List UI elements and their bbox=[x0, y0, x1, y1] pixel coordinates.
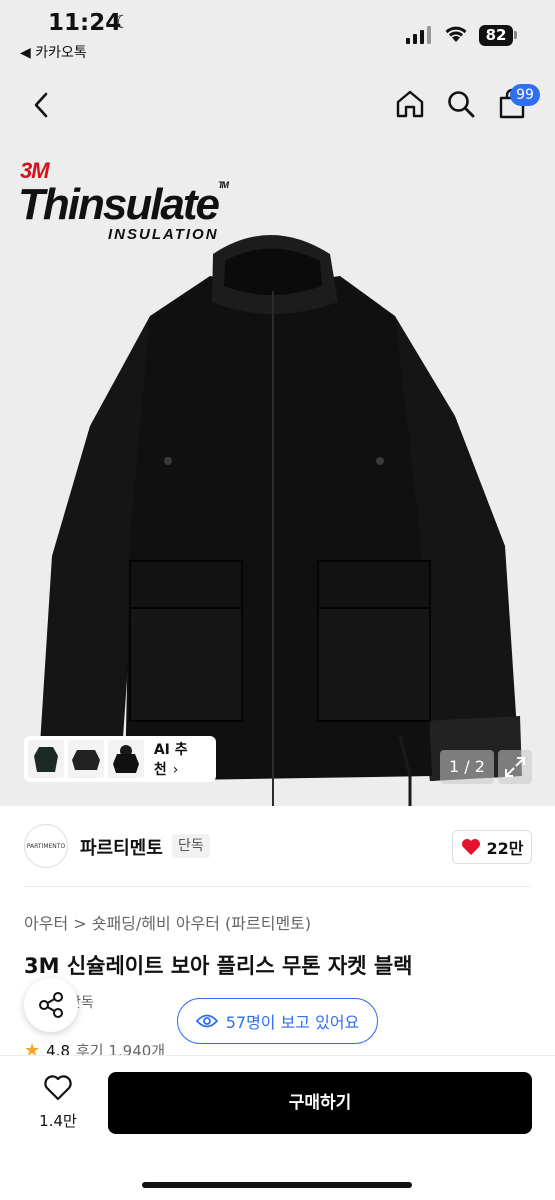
battery-tip bbox=[514, 31, 517, 39]
brand-like-button[interactable]: 22만 bbox=[452, 830, 532, 864]
buy-button[interactable]: 구매하기 bbox=[108, 1072, 532, 1134]
brand-name[interactable]: 파르티멘토 bbox=[80, 834, 163, 860]
status-bar: 11:24 ☾ ◀ 카카오톡 82 bbox=[0, 0, 555, 66]
product-title: 3M 신슐레이트 보아 플리스 무톤 자켓 블랙 bbox=[24, 954, 413, 978]
thumbnail-3[interactable] bbox=[107, 740, 144, 778]
thumbnail-1[interactable] bbox=[28, 740, 64, 778]
search-button[interactable] bbox=[443, 86, 479, 122]
divider bbox=[24, 886, 531, 887]
status-time: 11:24 bbox=[48, 10, 122, 36]
wifi-icon bbox=[445, 26, 467, 42]
wishlist-button[interactable]: 1.4만 bbox=[30, 1074, 86, 1131]
trademark-mark: TM bbox=[218, 180, 229, 190]
wishlist-count: 1.4만 bbox=[39, 1112, 77, 1130]
breadcrumb[interactable]: 아우터 > 숏패딩/헤비 아우터 (파르티멘토) bbox=[24, 910, 311, 934]
eye-icon bbox=[195, 1014, 218, 1028]
image-page-counter: 1 / 2 bbox=[440, 750, 494, 784]
search-icon bbox=[448, 91, 475, 118]
jacket-photo bbox=[38, 235, 522, 806]
share-icon bbox=[39, 992, 63, 1018]
ai-recommendation-strip[interactable]: AI 추천 › bbox=[24, 736, 216, 782]
back-to-app-link[interactable]: ◀ 카카오톡 bbox=[20, 42, 87, 62]
signal-icon bbox=[406, 26, 432, 44]
expand-image-button[interactable] bbox=[498, 750, 532, 784]
expand-icon bbox=[505, 757, 525, 777]
brand-like-count: 22만 bbox=[486, 839, 524, 858]
moon-icon: ☾ bbox=[114, 12, 131, 33]
exclusive-badge: 단독 bbox=[172, 834, 210, 858]
home-indicator bbox=[142, 1182, 412, 1188]
cart-count-badge: 99 bbox=[510, 84, 540, 106]
back-button[interactable] bbox=[26, 88, 56, 122]
home-button[interactable] bbox=[392, 86, 428, 122]
ai-recommend-label: AI 추천 bbox=[153, 742, 188, 778]
brand-logo[interactable]: PARTIMENTO bbox=[24, 824, 68, 868]
heart-outline-icon bbox=[44, 1075, 72, 1101]
heart-filled-icon bbox=[461, 839, 480, 855]
thumbnail-2[interactable] bbox=[67, 740, 104, 778]
share-button[interactable] bbox=[24, 978, 78, 1032]
live-viewers-pill: 57명이 보고 있어요 bbox=[177, 998, 378, 1044]
chevron-left-icon bbox=[34, 92, 48, 118]
chevron-right-icon: › bbox=[172, 762, 179, 778]
live-viewers-text: 57명이 보고 있어요 bbox=[225, 1013, 360, 1032]
product-image-carousel[interactable]: 3M ThinsulateTM INSULATION bbox=[0, 146, 555, 806]
top-nav bbox=[0, 66, 555, 146]
ai-recommend-link[interactable]: AI 추천 › bbox=[154, 739, 212, 779]
home-icon bbox=[396, 90, 424, 118]
battery-indicator: 82 bbox=[479, 25, 513, 46]
